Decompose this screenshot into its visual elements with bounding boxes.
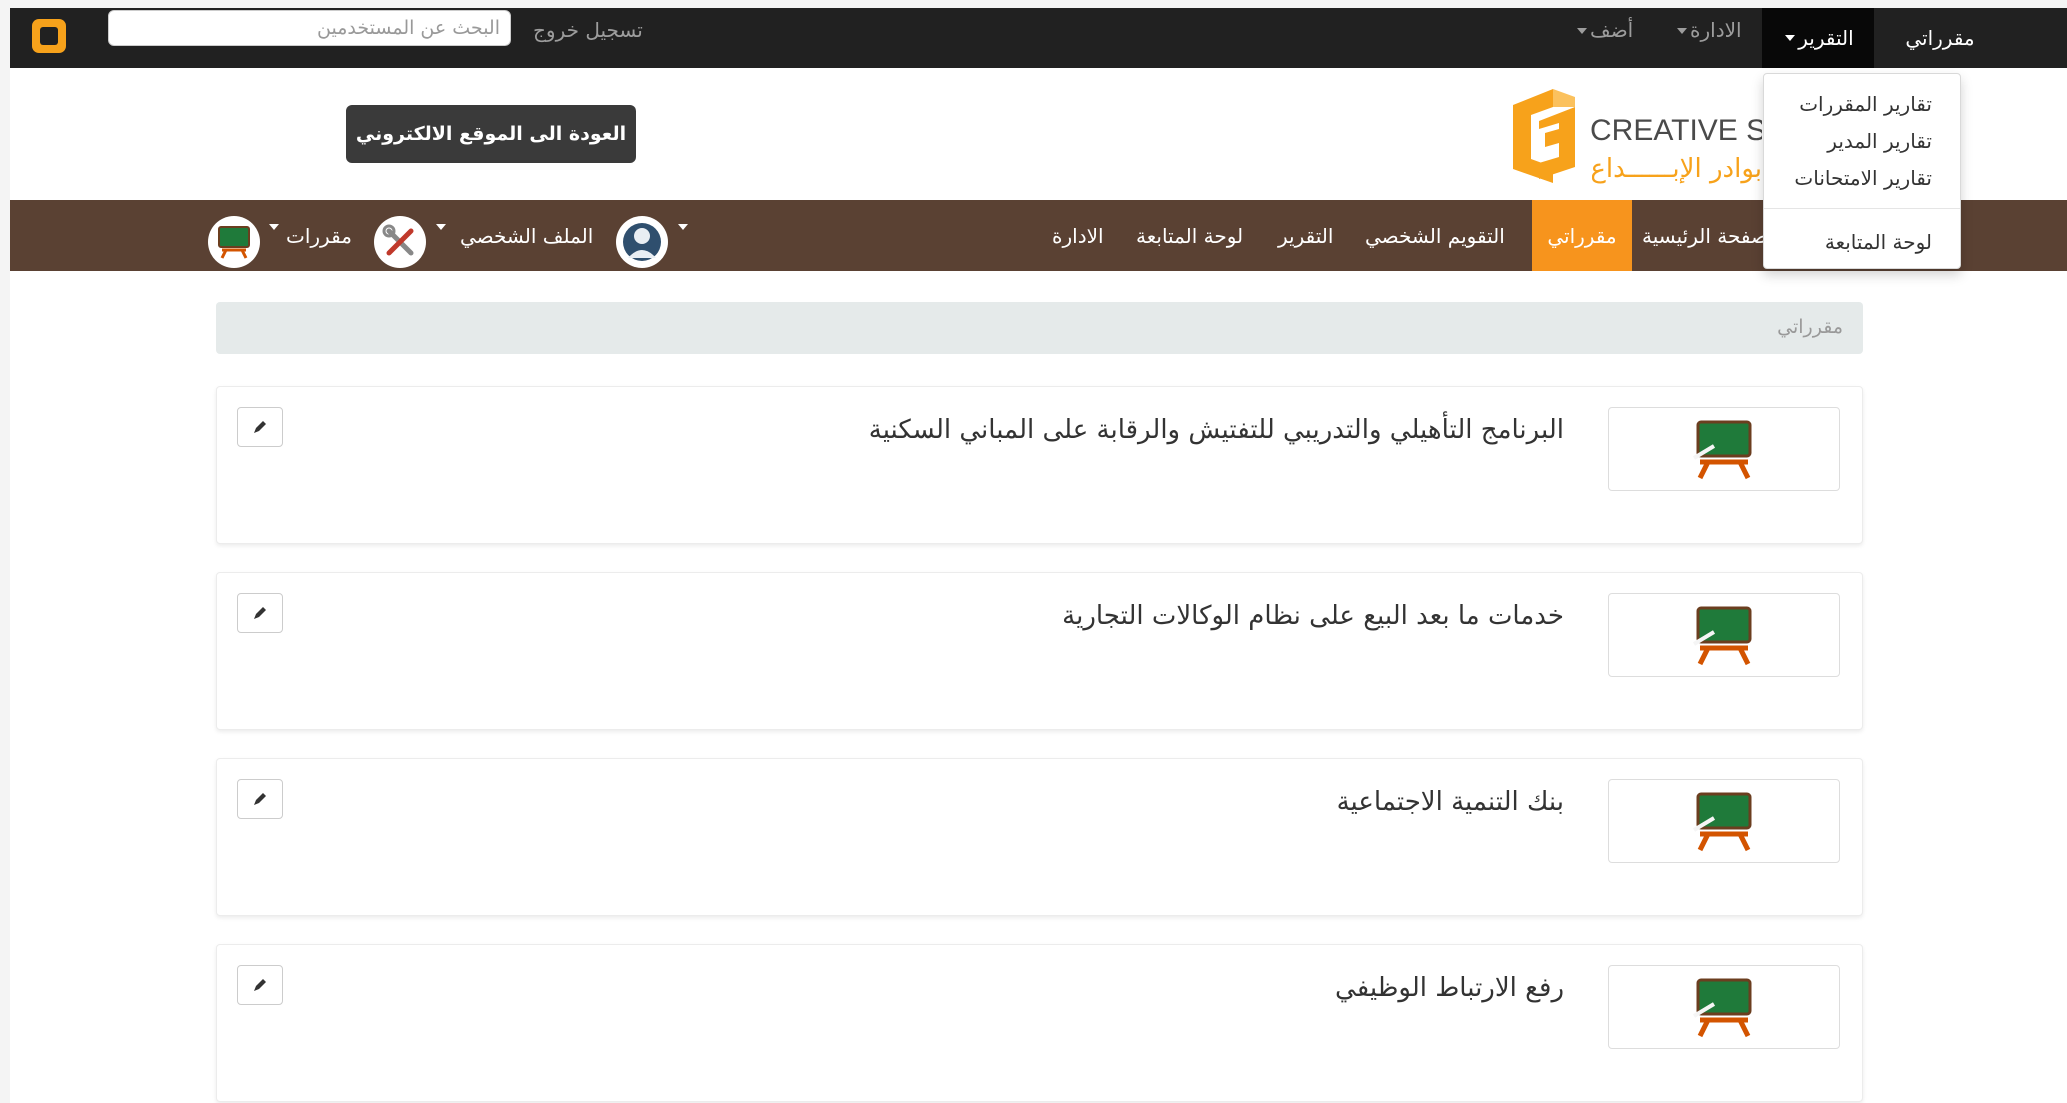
reports-dropdown: تقارير المقررات تقارير المدير تقارير الا… xyxy=(1763,73,1961,269)
course-title[interactable]: خدمات ما بعد البيع على نظام الوكالات الت… xyxy=(1062,601,1564,631)
course-thumbnail[interactable] xyxy=(1608,779,1840,863)
chalkboard-abc-icon xyxy=(1692,792,1752,852)
course-card: رفع الارتباط الوظيفي xyxy=(216,944,1863,1102)
chalkboard-abc-icon xyxy=(1692,420,1752,480)
nav-profile[interactable]: الملف الشخصي xyxy=(460,200,593,271)
app-logo-icon[interactable] xyxy=(32,19,66,53)
chevron-down-icon xyxy=(269,224,279,230)
course-thumbnail[interactable] xyxy=(1608,407,1840,491)
edit-course-button[interactable] xyxy=(237,965,283,1005)
course-title[interactable]: بنك التنمية الاجتماعية xyxy=(1337,787,1564,817)
menu-divider xyxy=(1764,208,1960,209)
pencil-icon xyxy=(254,421,266,433)
course-card: بنك التنمية الاجتماعية xyxy=(216,758,1863,916)
breadcrumb: مقرراتي xyxy=(216,302,1863,354)
edit-course-button[interactable] xyxy=(237,407,283,447)
chalkboard-abc-icon[interactable] xyxy=(208,216,260,268)
course-thumbnail[interactable] xyxy=(1608,593,1840,677)
back-to-website-button[interactable]: العودة الى الموقع الالكتروني xyxy=(346,105,636,163)
nav-courses[interactable]: مقررات xyxy=(286,200,352,271)
add-menu-label: أضف xyxy=(1590,18,1634,42)
menu-item-course-reports[interactable]: تقارير المقررات xyxy=(1799,92,1932,116)
menu-item-manager-reports[interactable]: تقارير المدير xyxy=(1827,129,1932,153)
brand-name-ar: بوادر الإبــــــداع xyxy=(1592,154,1762,184)
top-navbar: تسجيل خروج أضف الادارة التقرير مقرراتي xyxy=(10,8,2067,68)
my-courses-link[interactable]: مقرراتي xyxy=(1874,8,2006,68)
wrench-screwdriver-icon xyxy=(382,224,414,256)
course-title[interactable]: رفع الارتباط الوظيفي xyxy=(1335,973,1564,1003)
nav-my-courses[interactable]: مقرراتي xyxy=(1532,200,1632,271)
chalkboard-icon xyxy=(218,226,250,259)
nav-admin[interactable]: الادارة xyxy=(1052,200,1104,271)
pencil-icon xyxy=(254,607,266,619)
course-title[interactable]: البرنامج التأهيلي والتدريبي للتفتيش والر… xyxy=(869,415,1564,445)
user-silhouette-icon xyxy=(623,223,661,261)
admin-menu-label: الادارة xyxy=(1690,18,1742,42)
chevron-down-icon xyxy=(678,224,688,230)
admin-menu[interactable]: الادارة xyxy=(1674,18,1742,42)
course-card: البرنامج التأهيلي والتدريبي للتفتيش والر… xyxy=(216,386,1863,544)
user-avatar-icon[interactable] xyxy=(616,216,668,268)
course-thumbnail[interactable] xyxy=(1608,965,1840,1049)
user-search-input[interactable] xyxy=(108,10,511,46)
edit-course-button[interactable] xyxy=(237,779,283,819)
reports-menu-label: التقرير xyxy=(1798,26,1854,50)
page-frame: تسجيل خروج أضف الادارة التقرير مقرراتي ا… xyxy=(10,8,2067,1103)
chevron-down-icon xyxy=(1677,28,1687,34)
pencil-icon xyxy=(254,793,266,805)
brand-logo-icon xyxy=(1513,89,1575,183)
chalkboard-abc-icon xyxy=(1692,606,1752,666)
my-courses-label: مقرراتي xyxy=(1905,26,1975,50)
breadcrumb-current[interactable]: مقرراتي xyxy=(1777,316,1843,338)
menu-item-dashboard[interactable]: لوحة المتابعة xyxy=(1825,230,1932,254)
tools-icon[interactable] xyxy=(374,216,426,268)
nav-personal-evaluation[interactable]: التقويم الشخصي xyxy=(1365,200,1505,271)
add-menu[interactable]: أضف xyxy=(1574,18,1633,42)
chevron-down-icon xyxy=(1577,28,1587,34)
nav-home[interactable]: الصفحة الرئيسية xyxy=(1642,200,1780,271)
main-navbar: الصفحة الرئيسية مقرراتي التقويم الشخصي ا… xyxy=(10,200,2067,271)
edit-course-button[interactable] xyxy=(237,593,283,633)
nav-dashboard[interactable]: لوحة المتابعة xyxy=(1136,200,1243,271)
brand-name-en: CREATIVE SC xyxy=(1590,114,1762,147)
menu-item-exam-reports[interactable]: تقارير الامتحانات xyxy=(1794,166,1932,190)
course-card: خدمات ما بعد البيع على نظام الوكالات الت… xyxy=(216,572,1863,730)
reports-menu[interactable]: التقرير xyxy=(1762,8,1874,68)
logout-link[interactable]: تسجيل خروج xyxy=(533,18,643,42)
pencil-icon xyxy=(254,979,266,991)
chevron-down-icon xyxy=(436,224,446,230)
chalkboard-abc-icon xyxy=(1692,978,1752,1038)
nav-reports[interactable]: التقرير xyxy=(1278,200,1333,271)
chevron-down-icon xyxy=(1785,35,1796,41)
